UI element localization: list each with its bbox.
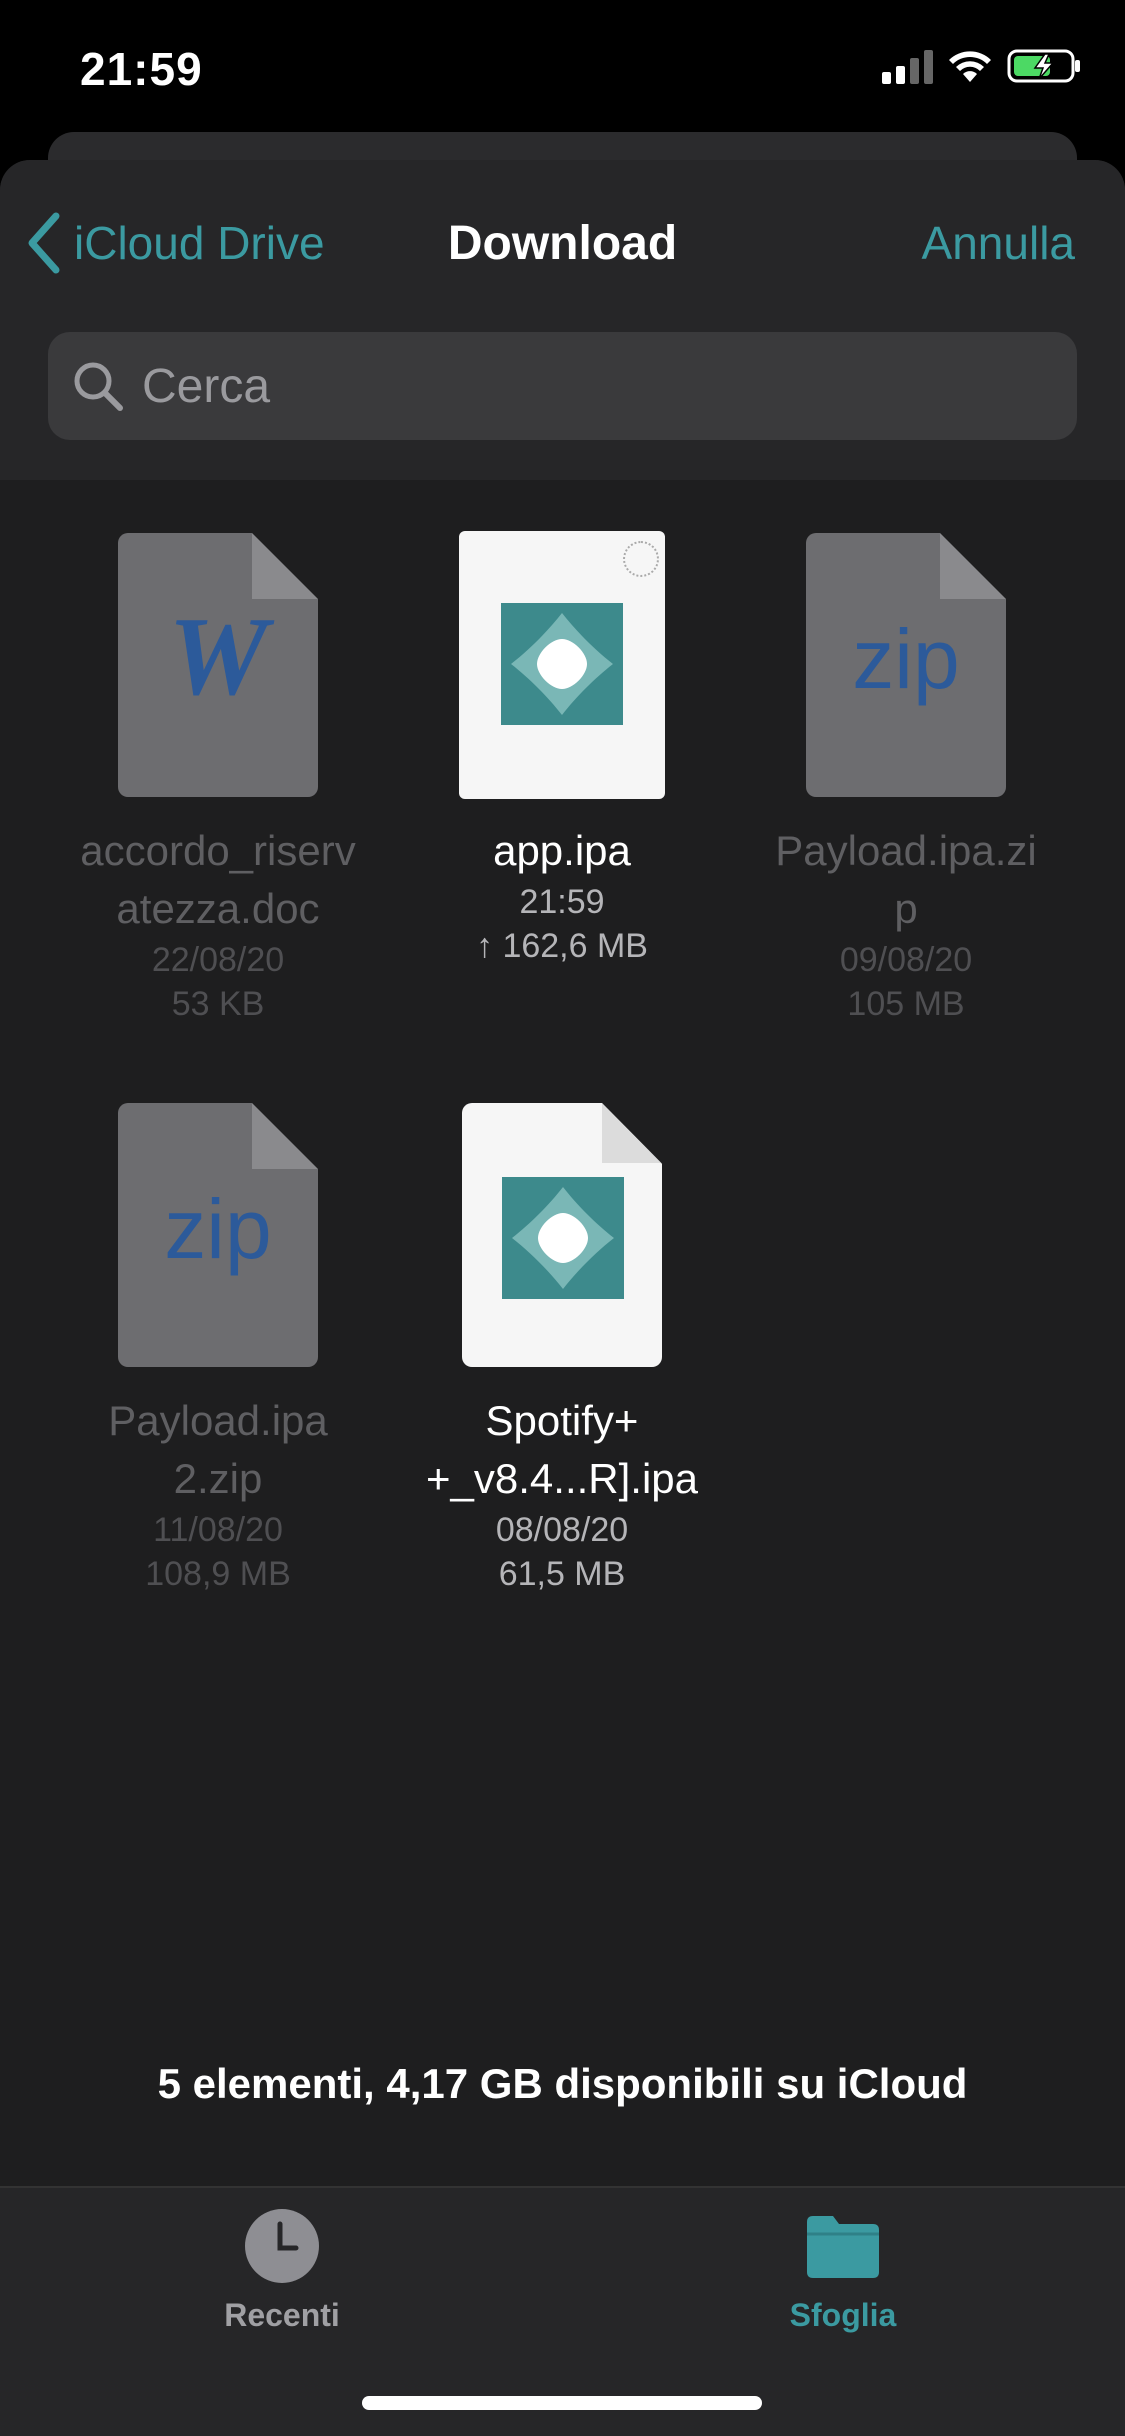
wifi-icon — [949, 51, 991, 82]
ipa-app-icon — [459, 531, 665, 799]
home-indicator[interactable] — [362, 2396, 762, 2410]
storage-summary: 5 elementi, 4,17 GB disponibili su iClou… — [157, 2060, 968, 2107]
clock-icon — [245, 2209, 319, 2283]
tab-sfoglia[interactable]: Sfoglia — [693, 2206, 993, 2334]
file-date: 08/08/20 — [495, 1511, 629, 1549]
file-size: 108,9 MB — [145, 1555, 291, 1593]
ipa-app-icon — [462, 1103, 662, 1367]
file-name: app.ipa — [493, 827, 631, 874]
battery-charging-icon — [1007, 49, 1080, 83]
file-name: accordo_riserv atezza.doc — [80, 827, 356, 932]
status-time: 21:59 — [80, 43, 203, 95]
file-item: zip Payload.ipa.zi p 09/08/20 105 MB — [736, 530, 1076, 1026]
file-item: W accordo_riserv atezza.doc 22/08/20 53 … — [48, 530, 388, 1026]
screen: 21:59 iCloud Drive Download Annulla Cerc… — [0, 0, 1125, 2436]
file-item[interactable]: app.ipa 21:59 ↑ 162,6 MB — [392, 530, 732, 968]
tab-bar: Recenti Sfoglia — [0, 2186, 1125, 2436]
search-input[interactable]: Cerca — [48, 332, 1077, 440]
navigation-bar: iCloud Drive Download Annulla — [0, 160, 1125, 330]
file-size: 53 KB — [171, 985, 265, 1023]
folder-icon — [807, 2216, 879, 2278]
zip-archive-icon: zip — [806, 533, 1006, 797]
file-size: ↑ 162,6 MB — [476, 927, 648, 965]
search-icon — [74, 362, 123, 411]
cancel-button[interactable]: Annulla — [922, 216, 1075, 270]
file-date: 09/08/20 — [839, 941, 973, 979]
zip-archive-icon: zip — [118, 1103, 318, 1367]
file-date: 11/08/20 — [153, 1511, 283, 1549]
file-size: 105 MB — [847, 985, 965, 1023]
tab-recenti[interactable]: Recenti — [132, 2206, 432, 2334]
file-item: zip Payload.ipa 2.zip 11/08/20 108,9 MB — [48, 1100, 388, 1596]
file-name: Payload.ipa 2.zip — [108, 1397, 328, 1502]
file-date: 22/08/20 — [151, 941, 285, 979]
word-document-icon: W — [118, 533, 318, 797]
tab-sfoglia-label: Sfoglia — [789, 2297, 897, 2333]
file-browser-sheet: iCloud Drive Download Annulla Cerca W ac… — [0, 160, 1125, 2436]
search-placeholder: Cerca — [142, 359, 271, 413]
status-icons — [882, 48, 1083, 84]
file-date: 21:59 — [519, 883, 605, 921]
tab-recenti-label: Recenti — [224, 2297, 340, 2333]
file-name: Payload.ipa.zi p — [775, 827, 1037, 932]
file-size: 61,5 MB — [498, 1555, 626, 1593]
file-name: Spotify+ +_v8.4...R].ipa — [426, 1397, 698, 1502]
upload-progress-icon — [623, 541, 659, 577]
cellular-signal-icon — [882, 48, 933, 84]
file-item[interactable]: Spotify+ +_v8.4...R].ipa 08/08/20 61,5 M… — [392, 1100, 732, 1596]
